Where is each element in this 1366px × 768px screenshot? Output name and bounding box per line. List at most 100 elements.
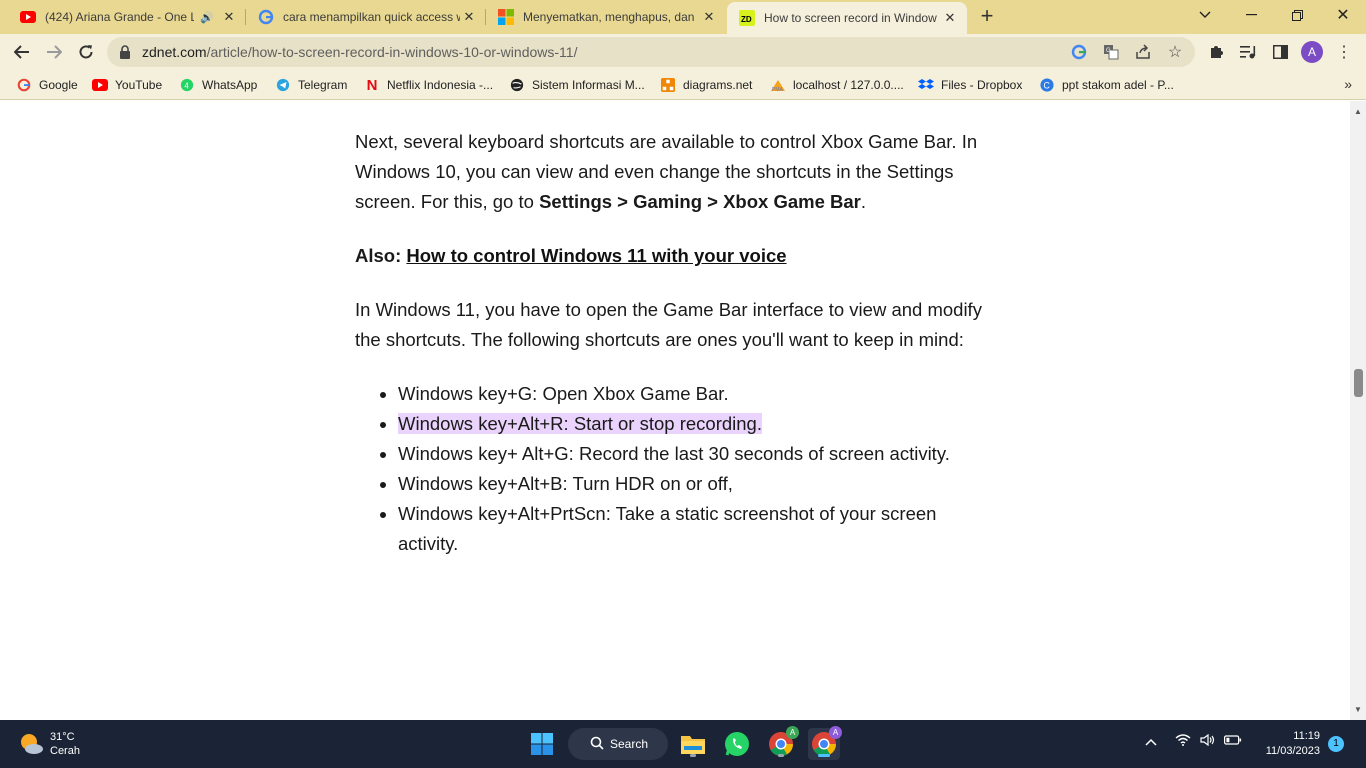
taskbar-search[interactable]: Search bbox=[568, 728, 668, 760]
globe-icon bbox=[509, 77, 525, 93]
start-button[interactable] bbox=[526, 728, 558, 760]
search-icon bbox=[590, 736, 604, 753]
share-icon[interactable] bbox=[1133, 42, 1153, 62]
system-clock[interactable]: 11:19 11/03/2023 bbox=[1266, 729, 1320, 759]
bookmark-label: diagrams.net bbox=[683, 78, 753, 92]
close-window-button[interactable]: ✕ bbox=[1320, 0, 1366, 30]
article-body: Next, several keyboard shortcuts are ava… bbox=[355, 127, 985, 559]
bookmark-youtube[interactable]: YouTube bbox=[92, 76, 162, 94]
running-indicator bbox=[690, 754, 696, 757]
page-content: Next, several keyboard shortcuts are ava… bbox=[0, 101, 1350, 720]
file-explorer-icon[interactable] bbox=[677, 728, 709, 760]
paragraph-end: . bbox=[860, 191, 866, 212]
notification-badge[interactable]: 1 bbox=[1328, 736, 1344, 752]
url-host: zdnet.com bbox=[142, 44, 207, 60]
close-tab-icon[interactable]: ✕ bbox=[700, 8, 718, 26]
netflix-icon: N bbox=[366, 76, 378, 94]
tab-title: (424) Ariana Grande - One La bbox=[45, 10, 195, 24]
paragraph-windows11: In Windows 11, you have to open the Game… bbox=[355, 295, 985, 355]
reload-button[interactable] bbox=[71, 37, 101, 67]
phpmyadmin-icon: PMA bbox=[770, 77, 786, 93]
bookmark-label: localhost / 127.0.0.... bbox=[793, 78, 904, 92]
bookmark-label: ppt stakom adel - P... bbox=[1062, 78, 1174, 92]
zdnet-icon: ZD bbox=[739, 10, 755, 26]
close-tab-icon[interactable]: ✕ bbox=[220, 8, 238, 26]
bookmark-dropbox[interactable]: Files - Dropbox bbox=[918, 76, 1022, 94]
tab-search-chevron-icon[interactable] bbox=[1182, 0, 1228, 30]
bookmark-canva[interactable]: C ppt stakom adel - P... bbox=[1039, 76, 1174, 94]
related-article-link[interactable]: How to control Windows 11 with your voic… bbox=[406, 245, 786, 266]
list-item: Windows key+Alt+R: Start or stop recordi… bbox=[398, 409, 985, 439]
url-text[interactable]: zdnet.com/article/how-to-screen-record-i… bbox=[142, 44, 577, 60]
close-tab-icon[interactable]: ✕ bbox=[460, 8, 478, 26]
scroll-down-arrow-icon[interactable]: ▼ bbox=[1354, 705, 1362, 714]
clock-date: 11/03/2023 bbox=[1265, 745, 1320, 757]
bookmark-label: Telegram bbox=[298, 78, 348, 92]
tab-youtube[interactable]: (424) Ariana Grande - One La 🔊 ✕ bbox=[8, 0, 246, 34]
bookmarks-overflow-icon[interactable]: » bbox=[1344, 76, 1352, 92]
tab-google-search[interactable]: cara menampilkan quick access w ✕ bbox=[246, 0, 486, 34]
whatsapp-icon: 4 bbox=[179, 77, 195, 93]
page-scrollbar[interactable]: ▲ ▼ bbox=[1350, 101, 1366, 720]
bookmark-whatsapp[interactable]: 4 WhatsApp bbox=[179, 76, 257, 94]
tray-overflow-chevron-icon[interactable] bbox=[1145, 734, 1157, 749]
google-icon bbox=[16, 77, 32, 93]
scroll-up-arrow-icon[interactable]: ▲ bbox=[1354, 107, 1362, 116]
minimize-button[interactable] bbox=[1228, 0, 1274, 30]
extensions-icon[interactable] bbox=[1201, 37, 1231, 67]
tab-strip: (424) Ariana Grande - One La 🔊 ✕ cara me… bbox=[0, 0, 1366, 34]
bookmark-localhost[interactable]: PMA localhost / 127.0.0.... bbox=[770, 76, 904, 94]
wifi-icon[interactable] bbox=[1175, 734, 1191, 749]
restore-button[interactable] bbox=[1274, 0, 1320, 30]
bookmark-diagrams[interactable]: diagrams.net bbox=[660, 76, 752, 94]
profile-avatar[interactable]: A bbox=[1297, 37, 1327, 67]
diagrams-icon bbox=[660, 77, 676, 93]
chrome-taskbar-icon[interactable]: A bbox=[765, 726, 799, 760]
tab-microsoft[interactable]: Menyematkan, menghapus, dan ✕ bbox=[486, 0, 726, 34]
paragraph-shortcuts-intro: Next, several keyboard shortcuts are ava… bbox=[355, 127, 985, 217]
list-item: Windows key+Alt+PrtScn: Take a static sc… bbox=[398, 499, 985, 559]
tab-title: Menyematkan, menghapus, dan bbox=[523, 10, 695, 24]
chrome-active-taskbar-icon[interactable]: A bbox=[808, 726, 842, 760]
microsoft-icon bbox=[498, 9, 514, 25]
bookmark-netflix[interactable]: N Netflix Indonesia -... bbox=[364, 76, 493, 94]
dropbox-icon bbox=[918, 77, 934, 93]
scrollbar-thumb[interactable] bbox=[1354, 369, 1363, 397]
side-panel-icon[interactable] bbox=[1265, 37, 1295, 67]
bookmark-google[interactable]: Google bbox=[16, 76, 78, 94]
browser-menu-icon[interactable]: ⋮ bbox=[1329, 37, 1359, 67]
translate-icon[interactable]: G bbox=[1101, 42, 1121, 62]
volume-icon[interactable] bbox=[1200, 733, 1216, 749]
tab-title: How to screen record in Window bbox=[764, 11, 937, 25]
battery-icon[interactable] bbox=[1224, 734, 1242, 749]
weather-widget[interactable]: 31°C Cerah bbox=[18, 730, 80, 758]
lock-icon[interactable] bbox=[120, 45, 130, 59]
telegram-icon bbox=[275, 77, 291, 93]
close-tab-icon[interactable]: ✕ bbox=[941, 9, 959, 27]
canva-icon: C bbox=[1039, 77, 1055, 93]
media-control-icon[interactable] bbox=[1233, 37, 1263, 67]
back-button[interactable] bbox=[7, 37, 37, 67]
google-lens-icon[interactable] bbox=[1069, 42, 1089, 62]
whatsapp-taskbar-icon[interactable] bbox=[721, 728, 753, 760]
bookmark-star-icon[interactable]: ☆ bbox=[1165, 42, 1185, 62]
new-tab-button[interactable]: + bbox=[975, 5, 999, 28]
weather-sun-cloud-icon bbox=[18, 731, 44, 757]
list-item: Windows key+Alt+B: Turn HDR on or off, bbox=[398, 469, 985, 499]
speaker-icon[interactable]: 🔊 bbox=[200, 11, 214, 24]
address-bar[interactable]: zdnet.com/article/how-to-screen-record-i… bbox=[107, 37, 1195, 67]
weather-text: 31°C Cerah bbox=[50, 730, 80, 758]
url-path: /article/how-to-screen-record-in-windows… bbox=[206, 44, 578, 60]
shortcuts-list: Windows key+G: Open Xbox Game Bar. Windo… bbox=[398, 379, 985, 559]
svg-text:PMA: PMA bbox=[772, 87, 784, 92]
bookmark-telegram[interactable]: Telegram bbox=[275, 76, 347, 94]
also-label: Also: bbox=[355, 245, 402, 266]
chrome-profile-badge: A bbox=[786, 726, 799, 739]
weather-condition: Cerah bbox=[50, 745, 80, 757]
forward-button[interactable] bbox=[39, 37, 69, 67]
profile-initial: A bbox=[1301, 41, 1323, 63]
bookmark-label: Sistem Informasi M... bbox=[532, 78, 645, 92]
tab-zdnet-active[interactable]: ZD How to screen record in Window ✕ bbox=[727, 2, 967, 34]
bookmark-sistem-informasi[interactable]: Sistem Informasi M... bbox=[509, 76, 645, 94]
settings-path-bold: Settings > Gaming > Xbox Game Bar bbox=[539, 191, 861, 212]
